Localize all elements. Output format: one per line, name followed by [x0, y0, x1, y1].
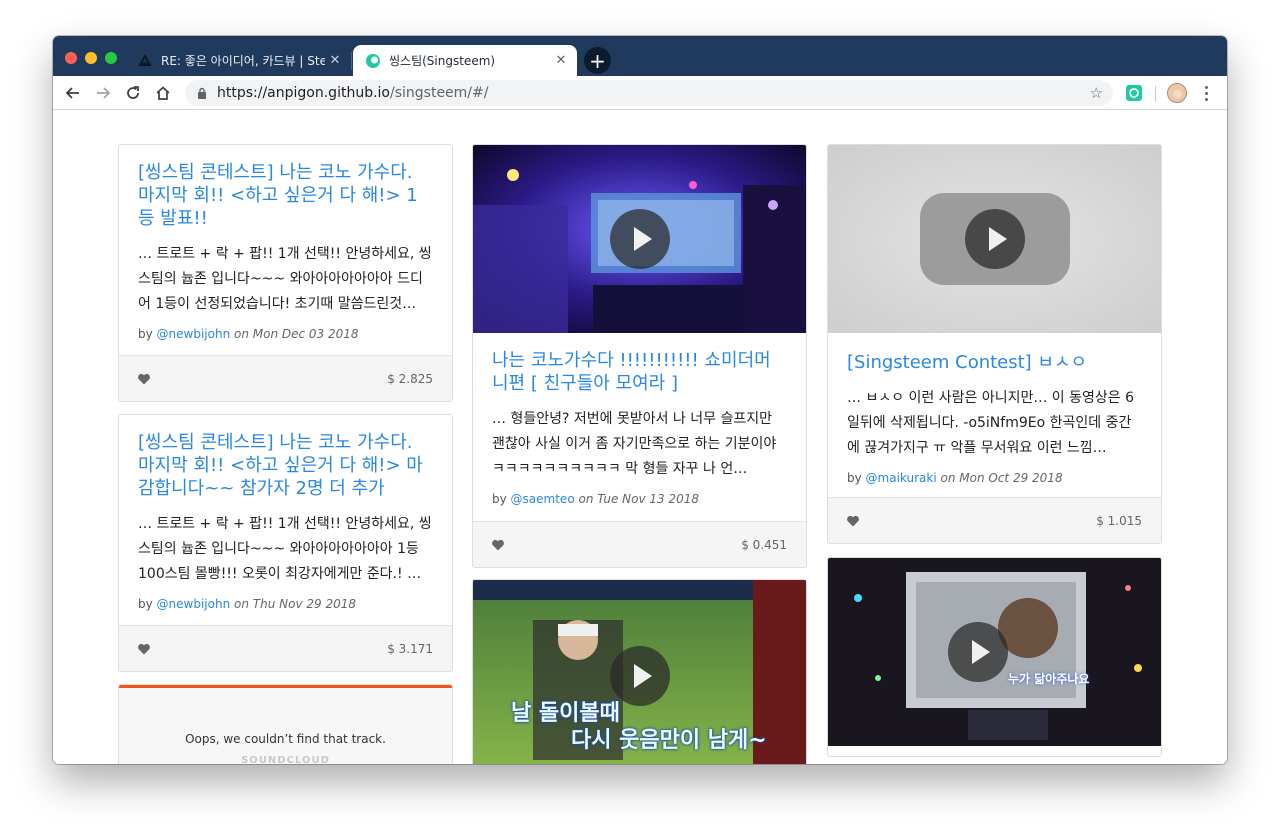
post-card[interactable]: [씽스팀 콘테스트] 나는 코노 가수다. 마지막 회!! <하고 싶은거 다 … [118, 414, 453, 672]
tab-steemit[interactable]: RE: 좋은 아이디어, 카드뷰 | Steemit ✕ [125, 45, 351, 76]
singsteem-icon [365, 53, 381, 69]
toolbar-divider [1155, 86, 1156, 102]
card-body: [Singsteem Contest] ㅂㅅㅇ … ㅂㅅㅇ 이런 사람은 아니지… [828, 333, 1161, 485]
play-button-icon[interactable] [609, 209, 670, 269]
back-arrow-icon[interactable] [61, 81, 85, 105]
zoom-window-button[interactable] [105, 52, 117, 64]
card-footer: $ 3.171 [119, 625, 452, 671]
lyric-line: 누가 닮아주나요 [1008, 672, 1090, 686]
post-card[interactable]: [씽스팀 콘테스트] 나는 코노 가수다. 마지막 회!! <하고 싶은거 다 … [118, 144, 453, 402]
lyric-line: 다시 웃음만이 남게~ [571, 728, 767, 753]
video-thumbnail[interactable]: 누가 닮아주나요 [828, 558, 1161, 746]
card-body: [씽스팀 콘테스트] 나는 코노 가수다. 마지막 회!! <하고 싶은거 다 … [119, 145, 452, 341]
page-viewport: [씽스팀 콘테스트] 나는 코노 가수다. 마지막 회!! <하고 싶은거 다 … [53, 111, 1227, 764]
url-path: /singsteem/#/ [390, 85, 489, 101]
by-label: by [492, 492, 507, 506]
card-footer: $ 0.451 [473, 521, 806, 567]
post-excerpt: … 트로트 + 락 + 팝!! 1개 선택!! 안녕하세요, 씽스팀의 늅존 입… [138, 246, 432, 312]
payout-value: $ 0.451 [741, 538, 787, 552]
new-tab-button[interactable]: + [584, 47, 611, 74]
home-icon[interactable] [151, 81, 175, 105]
minimize-window-button[interactable] [85, 52, 97, 64]
tab-title: RE: 좋은 아이디어, 카드뷰 | Steemit [161, 54, 325, 68]
soundcloud-logo: SOUNDCLOUD [241, 755, 330, 764]
post-meta: by @saemteo on Tue Nov 13 2018 [492, 492, 787, 506]
post-card[interactable]: [Singsteem Contest] ㅂㅅㅇ … ㅂㅅㅇ 이런 사람은 아니지… [827, 144, 1162, 544]
tab-close-icon[interactable]: ✕ [551, 53, 571, 68]
soundcloud-embed-card[interactable]: Oops, we couldn’t find that track. SOUND… [118, 684, 453, 764]
video-thumbnail[interactable]: 날 돌이볼때 다시 웃음만이 남게~ [473, 580, 806, 764]
reload-icon[interactable] [121, 81, 145, 105]
author-link[interactable]: @newbijohn [157, 327, 231, 341]
author-link[interactable]: @maikuraki [866, 471, 937, 485]
heart-icon[interactable] [491, 538, 505, 552]
profile-avatar[interactable] [1167, 83, 1187, 103]
post-card[interactable]: 나는 코노가수다 !!!!!!!!!!! 쇼미더머니편 [ 친구들아 모여라 ]… [472, 144, 807, 568]
post-meta: by @newbijohn on Mon Dec 03 2018 [138, 327, 433, 341]
post-excerpt: … 트로트 + 락 + 팝!! 1개 선택!! 안녕하세요, 씽스팀의 늅존 입… [138, 516, 432, 582]
steemit-icon [137, 53, 153, 69]
post-date: on Mon Dec 03 2018 [234, 327, 359, 341]
post-meta: by @newbijohn on Thu Nov 29 2018 [138, 597, 433, 611]
title-bar: RE: 좋은 아이디어, 카드뷰 | Steemit ✕ 씽스팀(Singste… [53, 36, 1227, 76]
soundcloud-error-message: Oops, we couldn’t find that track. [185, 732, 386, 746]
heart-icon[interactable] [137, 642, 151, 656]
video-card[interactable]: 누가 닮아주나요 [827, 557, 1162, 757]
card-body: 나는 코노가수다 !!!!!!!!!!! 쇼미더머니편 [ 친구들아 모여라 ]… [473, 333, 806, 506]
post-date: on Tue Nov 13 2018 [578, 492, 700, 506]
post-date: on Mon Oct 29 2018 [940, 471, 1063, 485]
close-window-button[interactable] [65, 52, 77, 64]
browser-menu-icon[interactable] [1197, 83, 1215, 103]
by-label: by [138, 327, 153, 341]
by-label: by [138, 597, 153, 611]
tab-close-icon[interactable]: ✕ [325, 53, 345, 68]
payout-value: $ 3.171 [387, 642, 433, 656]
bookmark-star-icon[interactable]: ☆ [1090, 84, 1103, 102]
post-title[interactable]: [씽스팀 콘테스트] 나는 코노 가수다. 마지막 회!! <하고 싶은거 다 … [138, 161, 433, 230]
post-date: on Thu Nov 29 2018 [234, 597, 356, 611]
author-link[interactable]: @saemteo [511, 492, 575, 506]
video-thumbnail[interactable] [828, 145, 1161, 333]
author-link[interactable]: @newbijohn [157, 597, 231, 611]
post-meta: by @maikuraki on Mon Oct 29 2018 [847, 471, 1142, 485]
post-title[interactable]: [씽스팀 콘테스트] 나는 코노 가수다. 마지막 회!! <하고 싶은거 다 … [138, 431, 433, 500]
post-excerpt: … ㅂㅅㅇ 이런 사람은 아니지만… 이 동영상은 6일뒤에 삭제됩니다. -o… [847, 390, 1135, 456]
play-button-icon[interactable] [947, 622, 1008, 682]
singsteem-extension-icon[interactable] [1126, 85, 1142, 101]
tab-title: 씽스팀(Singsteem) [389, 54, 496, 68]
heart-icon[interactable] [137, 372, 151, 386]
by-label: by [847, 471, 862, 485]
lock-icon [195, 86, 209, 100]
browser-window: RE: 좋은 아이디어, 카드뷰 | Steemit ✕ 씽스팀(Singste… [53, 36, 1227, 764]
soundcloud-progress-bar [119, 685, 452, 688]
browser-toolbar: https://anpigon.github.io/singsteem/#/ ☆ [53, 76, 1227, 110]
tab-divider [351, 52, 352, 70]
play-button-icon[interactable] [964, 209, 1025, 269]
url-host: https://anpigon.github.io [217, 85, 390, 101]
address-bar[interactable]: https://anpigon.github.io/singsteem/#/ ☆ [185, 80, 1113, 106]
post-title[interactable]: 나는 코노가수다 !!!!!!!!!!! 쇼미더머니편 [ 친구들아 모여라 ] [492, 349, 787, 395]
post-title[interactable]: [Singsteem Contest] ㅂㅅㅇ [847, 351, 1142, 374]
payout-value: $ 2.825 [387, 372, 433, 386]
forward-arrow-icon[interactable] [91, 81, 115, 105]
tab-singsteem[interactable]: 씽스팀(Singsteem) ✕ [353, 45, 577, 76]
card-footer: $ 1.015 [828, 497, 1161, 543]
post-excerpt: … 형들안녕? 저번에 못받아서 나 너무 슬프지만 괜찮아 사실 이거 좀 자… [492, 411, 777, 477]
heart-icon[interactable] [846, 514, 860, 528]
video-card[interactable]: 날 돌이볼때 다시 웃음만이 남게~ [472, 579, 807, 764]
video-thumbnail[interactable] [473, 145, 806, 333]
payout-value: $ 1.015 [1096, 514, 1142, 528]
card-footer: $ 2.825 [119, 355, 452, 401]
card-body: [씽스팀 콘테스트] 나는 코노 가수다. 마지막 회!! <하고 싶은거 다 … [119, 415, 452, 611]
